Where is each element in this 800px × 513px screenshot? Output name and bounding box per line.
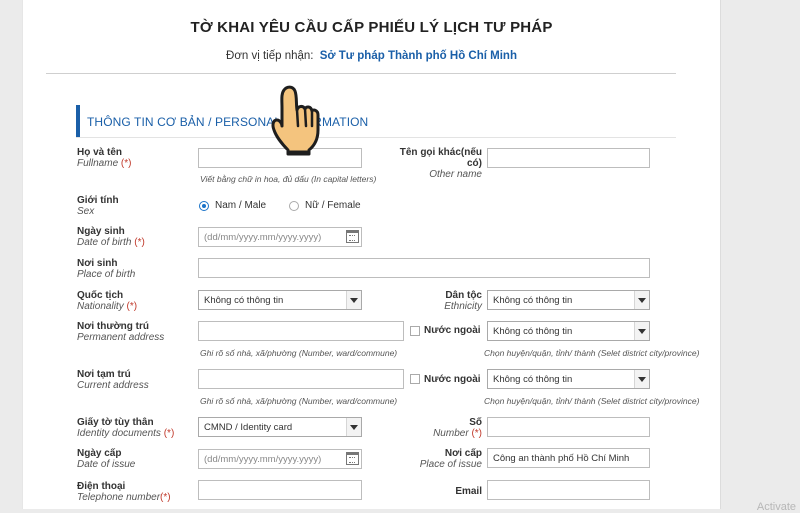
form-page: TỜ KHAI YÊU CẦU CẤP PHIẾU LÝ LỊCH TƯ PHÁ… xyxy=(22,0,721,509)
current-district-hint: Chọn huyện/quận, tỉnh/ thành (Selet dist… xyxy=(484,396,700,406)
chevron-down-icon[interactable] xyxy=(634,322,649,340)
current-district-select[interactable]: Không có thông tin xyxy=(487,369,650,389)
section-divider xyxy=(76,137,676,138)
permanent-district-selected: Không có thông tin xyxy=(493,326,573,337)
permanent-address-label: Nơi thường trú Permanent address xyxy=(77,321,165,343)
other-name-input[interactable] xyxy=(487,148,650,168)
fullname-label: Họ và tên Fullname (*) xyxy=(77,147,132,169)
hand-pointer-icon xyxy=(271,85,320,156)
chevron-down-icon[interactable] xyxy=(346,291,361,309)
place-of-issue-input[interactable]: Công an thành phố Hồ Chí Minh xyxy=(487,448,650,468)
section-accent-bar xyxy=(76,105,80,138)
dob-label: Ngày sinh Date of birth (*) xyxy=(77,226,145,248)
permanent-foreign-checkbox[interactable] xyxy=(410,326,420,336)
sex-female-label[interactable]: Nữ / Female xyxy=(305,200,361,211)
nationality-selected: Không có thông tin xyxy=(204,295,284,306)
sex-female-radio[interactable] xyxy=(289,201,299,211)
current-address-label: Nơi tạm trú Current address xyxy=(77,369,149,391)
permanent-district-select[interactable]: Không có thông tin xyxy=(487,321,650,341)
date-of-issue-input[interactable]: (dd/mm/yyyy.mm/yyyy.yyyy) xyxy=(198,449,362,469)
watermark-text: Activate xyxy=(756,501,796,513)
current-address-hint: Ghi rõ số nhà, xã/phường (Number, ward/c… xyxy=(200,396,398,406)
other-name-label: Tên gọi khác(nếu có) Other name xyxy=(399,147,482,180)
calendar-icon[interactable] xyxy=(346,230,359,243)
calendar-icon[interactable] xyxy=(346,452,359,465)
current-foreign-label: Nước ngoài xyxy=(424,374,481,385)
id-doc-select[interactable]: CMND / Identity card xyxy=(198,417,362,437)
id-number-input[interactable] xyxy=(487,417,650,437)
sex-male-label[interactable]: Nam / Male xyxy=(215,200,266,211)
nationality-select[interactable]: Không có thông tin xyxy=(198,290,362,310)
fullname-hint: Viết bằng chữ in hoa, đủ dấu (In capital… xyxy=(200,174,377,184)
id-doc-label: Giấy tờ tùy thân Identity documents (*) xyxy=(77,417,175,439)
dob-placeholder: (dd/mm/yyyy.mm/yyyy.yyyy) xyxy=(204,232,322,243)
nationality-label: Quốc tịch Nationality (*) xyxy=(77,290,138,312)
telephone-input[interactable] xyxy=(198,480,362,500)
dob-input[interactable]: (dd/mm/yyyy.mm/yyyy.yyyy) xyxy=(198,227,362,247)
current-address-input[interactable] xyxy=(198,369,404,389)
telephone-label: Điện thoại Telephone number(*) xyxy=(77,481,171,503)
page-title: TỜ KHAI YÊU CẦU CẤP PHIẾU LÝ LỊCH TƯ PHÁ… xyxy=(190,19,553,36)
id-doc-selected: CMND / Identity card xyxy=(204,422,293,433)
date-of-issue-placeholder: (dd/mm/yyyy.mm/yyyy.yyyy) xyxy=(204,454,322,465)
receiver-line: Đơn vị tiếp nhận: Sở Tư pháp Thành phố H… xyxy=(23,50,720,62)
email-label: Email xyxy=(455,486,482,497)
email-input[interactable] xyxy=(487,480,650,500)
current-foreign-checkbox[interactable] xyxy=(410,374,420,384)
permanent-foreign-label: Nước ngoài xyxy=(424,325,481,336)
sex-male-radio[interactable] xyxy=(199,201,209,211)
chevron-down-icon[interactable] xyxy=(634,370,649,388)
permanent-district-hint: Chọn huyện/quận, tỉnh/ thành (Selet dist… xyxy=(484,348,700,358)
ethnicity-label: Dân tộc Ethnicity xyxy=(444,290,482,312)
current-district-selected: Không có thông tin xyxy=(493,374,573,385)
permanent-address-hint: Ghi rõ số nhà, xã/phường (Number, ward/c… xyxy=(200,348,398,358)
section-title: THÔNG TIN CƠ BẢN / PERSONAL INFORMATION xyxy=(87,115,369,129)
chevron-down-icon[interactable] xyxy=(346,418,361,436)
divider xyxy=(46,73,676,74)
sex-label: Giới tính Sex xyxy=(77,195,119,217)
id-number-label: Số Number (*) xyxy=(433,417,482,439)
receiver-value: Sở Tư pháp Thành phố Hồ Chí Minh xyxy=(319,50,517,62)
place-of-issue-label: Nơi cấp Place of issue xyxy=(419,448,482,470)
date-of-issue-label: Ngày cấp Date of issue xyxy=(77,448,136,470)
pob-input[interactable] xyxy=(198,258,650,278)
ethnicity-selected: Không có thông tin xyxy=(493,295,573,306)
chevron-down-icon[interactable] xyxy=(634,291,649,309)
receiver-label: Đơn vị tiếp nhận: xyxy=(226,50,314,62)
permanent-address-input[interactable] xyxy=(198,321,404,341)
pob-label: Nơi sinh Place of birth xyxy=(77,258,136,280)
ethnicity-select[interactable]: Không có thông tin xyxy=(487,290,650,310)
